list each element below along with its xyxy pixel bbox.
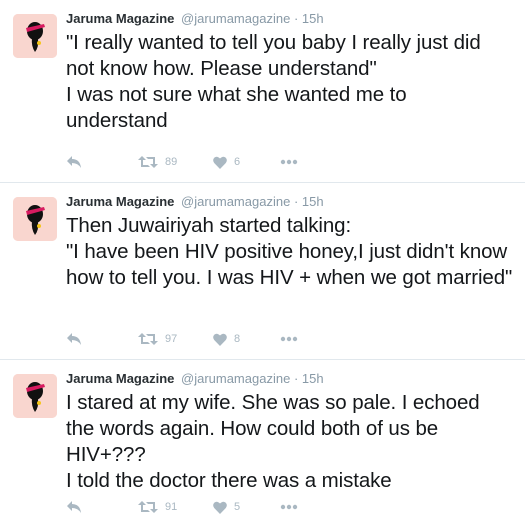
reply-button[interactable] [66,497,82,517]
reply-icon [67,156,81,168]
retweet-button[interactable]: 97 [138,329,177,349]
tweet-text-line: "I have been HIV positive honey,I just d… [66,240,513,289]
tweet-actions: 97 8 [66,329,326,349]
tweet-header: Jaruma Magazine @jarumamagazine · 15h [66,370,513,388]
reply-icon [67,333,81,345]
reply-button[interactable] [66,152,82,172]
heart-icon [213,501,227,514]
retweet-count: 91 [165,501,178,513]
timestamp[interactable]: 15h [302,11,324,26]
avatar-icon [13,374,57,418]
author-handle[interactable]: @jarumamagazine [181,371,290,386]
separator: · [293,11,299,26]
retweet-icon [138,156,158,168]
tweet[interactable]: Jaruma Magazine @jarumamagazine · 15h "I… [0,0,525,183]
avatar[interactable] [13,14,57,58]
author-name[interactable]: Jaruma Magazine [66,371,174,386]
tweet[interactable]: Jaruma Magazine @jarumamagazine · 15h I … [0,360,525,527]
retweet-button[interactable]: 91 [138,497,177,517]
retweet-icon [138,333,158,345]
more-icon [280,336,298,342]
timestamp[interactable]: 15h [302,371,324,386]
retweet-count: 97 [165,333,178,345]
like-count: 6 [234,156,241,168]
retweet-button[interactable]: 89 [138,152,177,172]
author-handle[interactable]: @jarumamagazine [181,194,290,209]
author-handle[interactable]: @jarumamagazine [181,11,290,26]
tweet-header: Jaruma Magazine @jarumamagazine · 15h [66,10,513,28]
like-button[interactable]: 6 [213,152,240,172]
more-icon [280,504,298,510]
tweet-actions: 91 5 [66,497,326,517]
more-icon [280,159,298,165]
tweet[interactable]: Jaruma Magazine @jarumamagazine · 15h Th… [0,183,525,360]
more-button[interactable] [280,497,298,517]
tweet-header: Jaruma Magazine @jarumamagazine · 15h [66,193,513,211]
tweet-text-line: I told the doctor there was a mistake [66,469,392,492]
tweet-text-line: I was not sure what she wanted me to und… [66,83,407,132]
retweet-count: 89 [165,156,178,168]
tweet-text-line: "I really wanted to tell you baby I real… [66,31,481,80]
separator: · [293,371,299,386]
tweet-text-line: Then Juwairiyah started talking: [66,214,352,237]
like-count: 8 [234,333,241,345]
tweet-text: I stared at my wife. She was so pale. I … [66,390,513,494]
tweet-text-line: I stared at my wife. She was so pale. I … [66,391,480,466]
tweet-text: "I really wanted to tell you baby I real… [66,30,513,134]
reply-icon [67,501,81,513]
separator: · [293,194,299,209]
timestamp[interactable]: 15h [302,194,324,209]
reply-button[interactable] [66,329,82,349]
heart-icon [213,333,227,346]
like-count: 5 [234,501,241,513]
avatar-icon [13,14,57,58]
tweet-text: Then Juwairiyah started talking: "I have… [66,213,513,291]
like-button[interactable]: 5 [213,497,240,517]
heart-icon [213,156,227,169]
like-button[interactable]: 8 [213,329,240,349]
more-button[interactable] [280,329,298,349]
avatar[interactable] [13,374,57,418]
avatar[interactable] [13,197,57,241]
author-name[interactable]: Jaruma Magazine [66,194,174,209]
author-name[interactable]: Jaruma Magazine [66,11,174,26]
timeline: Jaruma Magazine @jarumamagazine · 15h "I… [0,0,525,527]
avatar-icon [13,197,57,241]
tweet-actions: 89 6 [66,152,326,172]
retweet-icon [138,501,158,513]
more-button[interactable] [280,152,298,172]
